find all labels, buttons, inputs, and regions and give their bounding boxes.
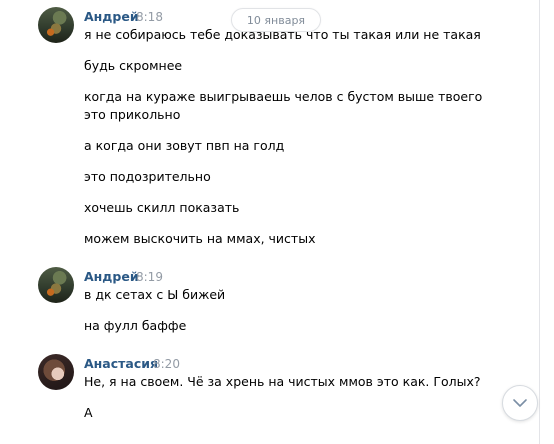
date-separator: 10 января (231, 8, 321, 32)
chevron-down-icon (513, 399, 527, 407)
avatar[interactable] (38, 7, 74, 43)
message-text: это подозрительно (84, 169, 211, 184)
message-text: на фулл баффе (84, 318, 187, 333)
message-text: А (84, 405, 93, 420)
message-time[interactable]: 8:20 (153, 356, 180, 372)
author-name[interactable]: Андрей (84, 269, 139, 285)
chat-history: 10 января Андрей 8:18 я не собираюсь теб… (0, 0, 540, 444)
avatar[interactable] (38, 267, 74, 303)
message-text: это прикольно (84, 107, 181, 122)
message-text: в дк сетах с Ы бижей (84, 287, 226, 302)
scroll-down-button[interactable] (502, 385, 538, 421)
message-text: когда на кураже выигрываешь челов с буст… (84, 89, 483, 104)
author-name[interactable]: Анастасия (84, 356, 158, 372)
message-text: а когда они зовут пвп на голд (84, 138, 285, 153)
message-text: Не, я на своем. Чё за хрень на чистых мм… (84, 374, 481, 389)
message-text: хочешь скилл показать (84, 200, 240, 215)
message-text: будь скромнее (84, 58, 183, 73)
message-time[interactable]: 8:18 (136, 9, 163, 25)
author-name[interactable]: Андрей (84, 9, 139, 25)
message-time[interactable]: 8:19 (136, 269, 163, 285)
avatar[interactable] (38, 354, 74, 390)
message-text: можем выскочить на ммах, чистых (84, 231, 316, 246)
